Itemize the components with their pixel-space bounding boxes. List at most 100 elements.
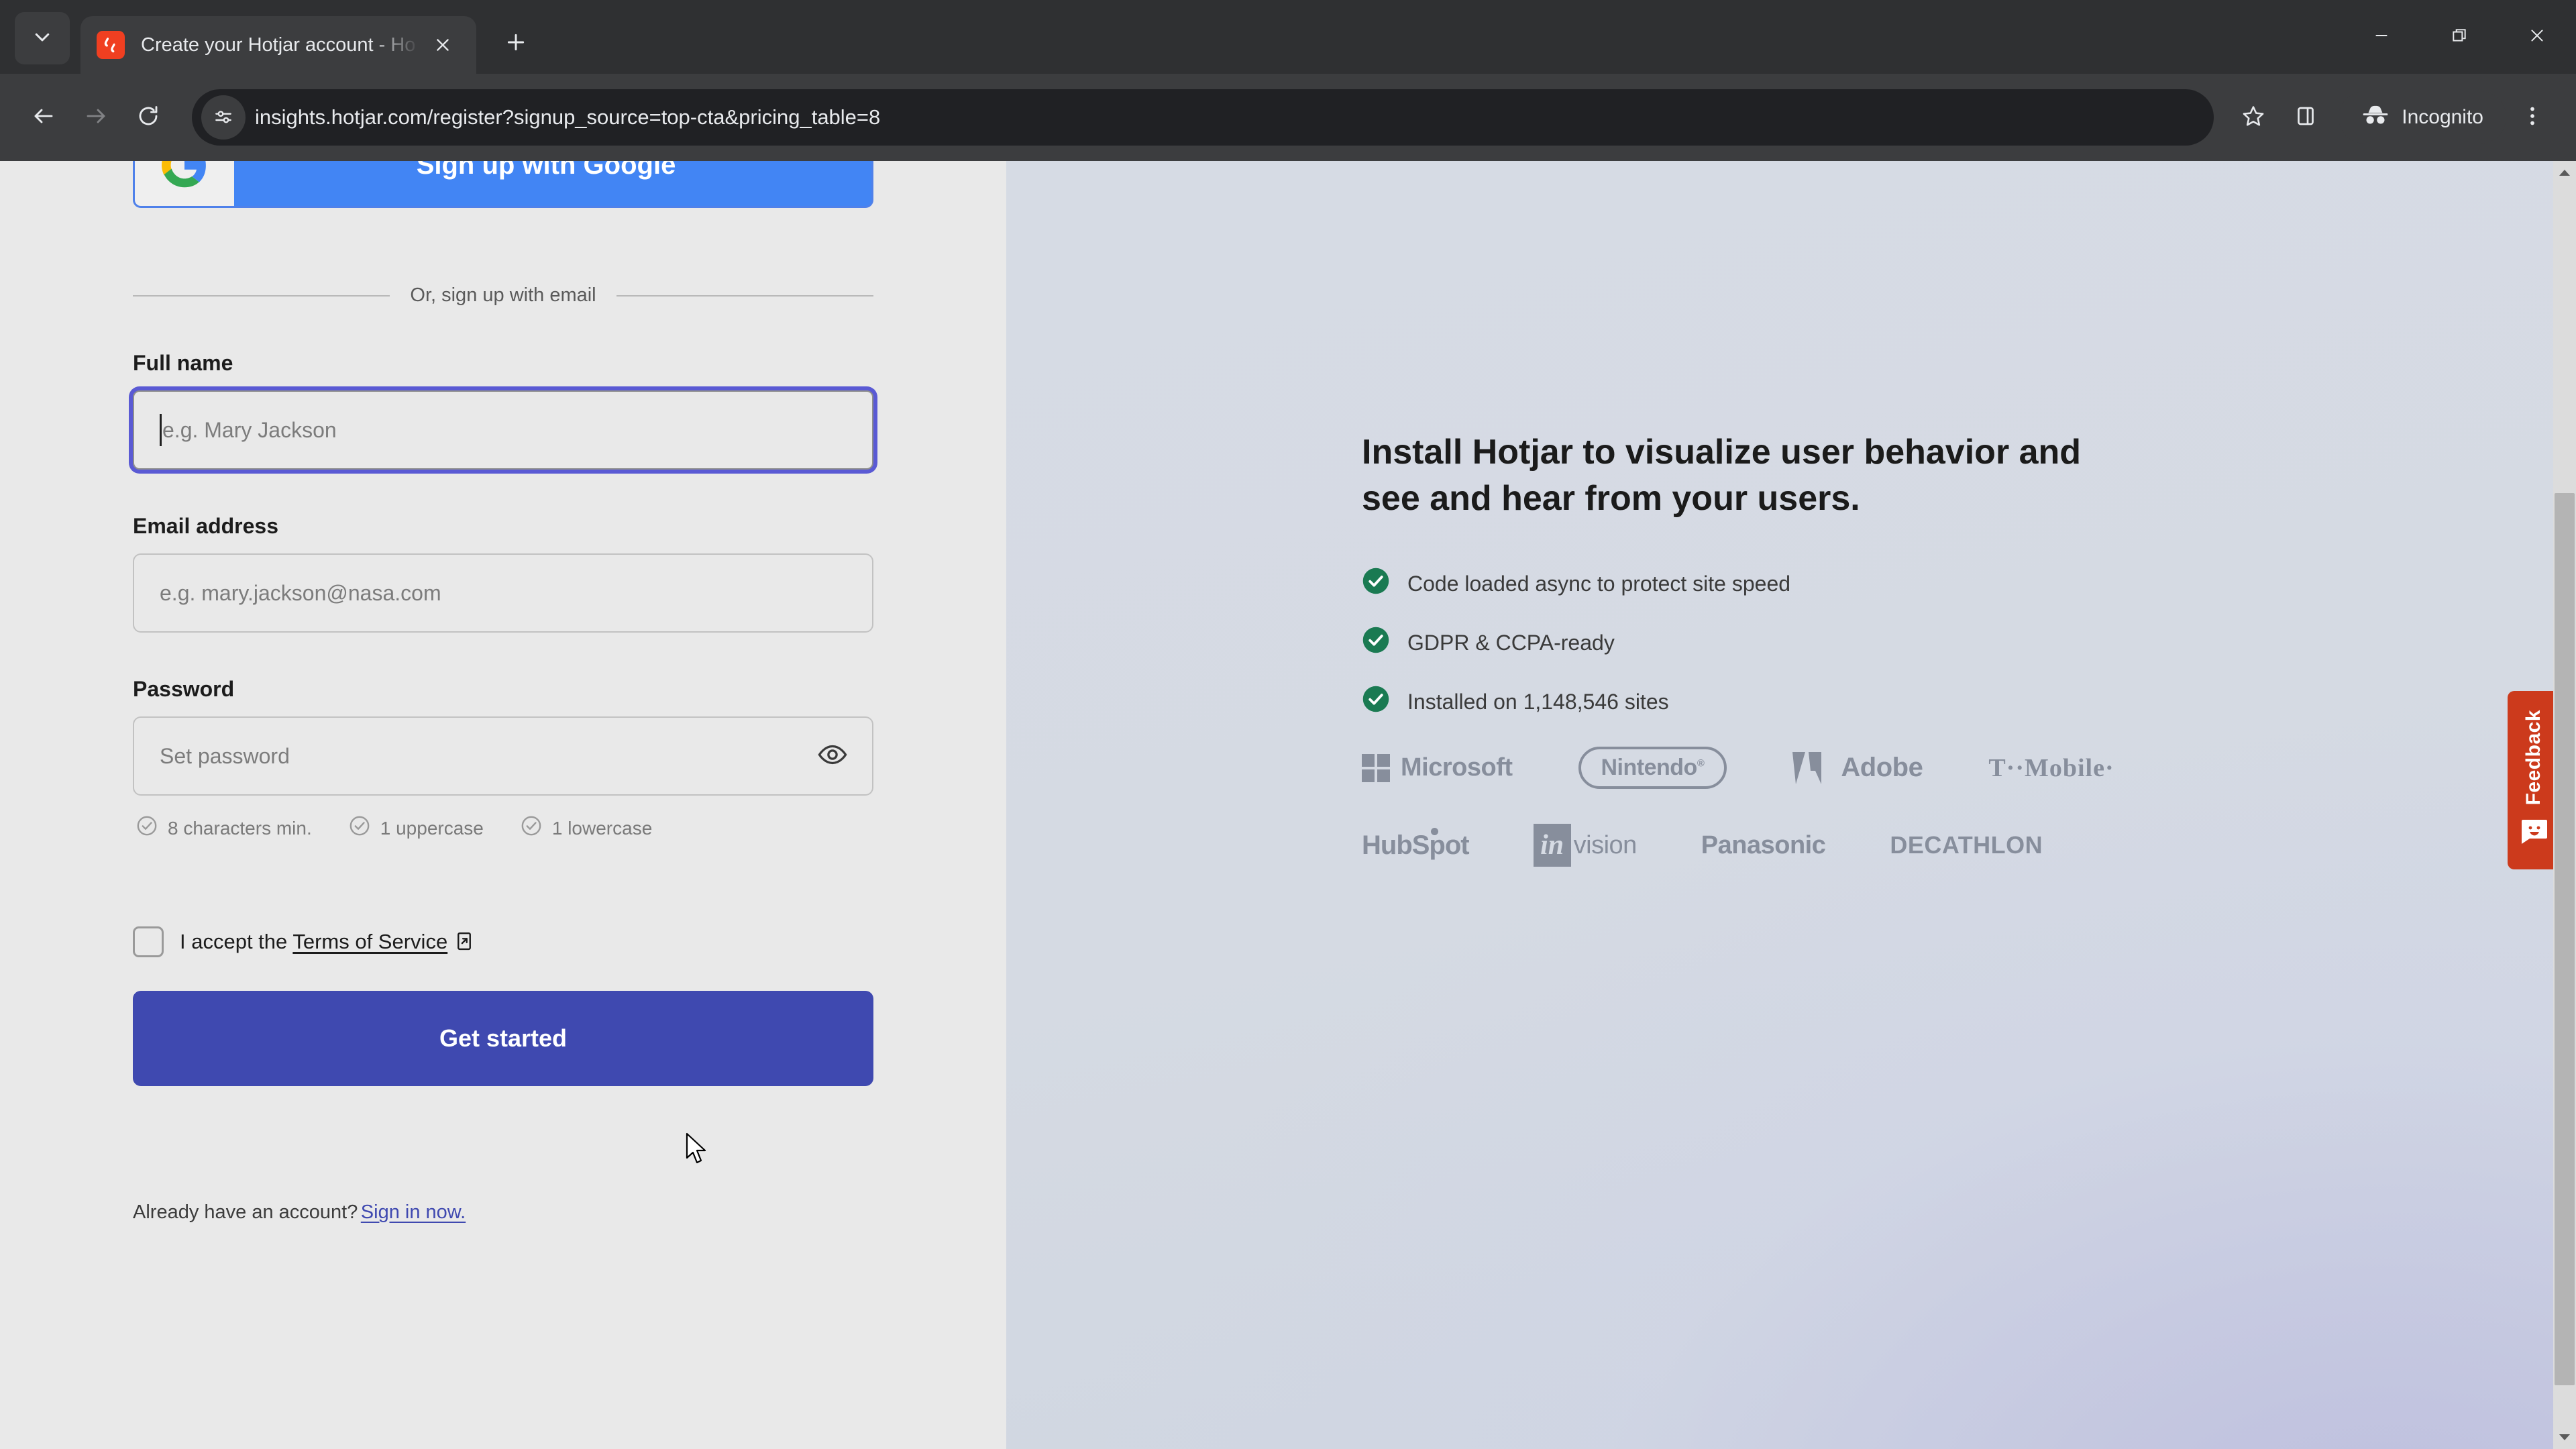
full-name-label: Full name [133,351,233,375]
password-placeholder: Set password [160,743,290,768]
signup-form: Sign up with Google Or, sign up with ema… [0,161,1006,1224]
promo-bullet: Code loaded async to protect site speed [1362,567,2147,600]
terms-prefix: I accept the [180,930,288,953]
invision-logo-label: vision [1573,830,1638,859]
password-rule-label: 8 characters min. [168,817,312,839]
close-window-icon [2528,27,2546,48]
password-field-group: Password Set password 8 characters min. … [133,677,873,842]
divider-label: Or, sign up with email [410,284,596,306]
site-settings-icon[interactable] [201,95,246,140]
incognito-hat-icon [2361,105,2402,130]
nintendo-logo: Nintendo® [1578,747,1727,790]
invision-in-icon: in [1533,824,1571,867]
tab-close-button[interactable] [425,28,460,62]
text-caret [160,414,162,446]
promo-bullet: Installed on 1,148,546 sites [1362,685,2147,718]
promo-bullet: GDPR & CCPA-ready [1362,626,2147,659]
check-badge-icon [1362,626,1390,659]
incognito-label: Incognito [2402,106,2483,128]
password-requirements: 8 characters min. 1 uppercase 1 lowercas… [133,814,873,842]
promo-bullet-label: Installed on 1,148,546 sites [1407,689,1669,714]
promo-bullet-label: Code loaded async to protect site speed [1407,571,1791,596]
feedback-label: Feedback [2522,710,2544,806]
hubspot-sprocket-icon [1430,827,1438,835]
back-arrow-icon [32,104,56,131]
decathlon-logo-label: DECATHLON [1890,831,2043,859]
password-label: Password [133,677,235,701]
new-tab-button[interactable] [494,21,538,66]
invision-logo: in vision [1533,824,1638,867]
sign-up-with-google-button[interactable]: Sign up with Google [133,161,873,208]
browser-tab[interactable]: Create your Hotjar account - Ho [80,16,476,74]
customer-logos-row-1: Microsoft Nintendo® Adobe T··Mobile· [1362,747,2147,790]
microsoft-logo-label: Microsoft [1401,753,1513,782]
panasonic-logo-label: Panasonic [1701,830,1826,859]
toggle-password-visibility-button[interactable] [817,741,848,771]
adobe-logo-label: Adobe [1841,753,1923,783]
terms-checkbox[interactable] [133,926,164,957]
password-rule: 8 characters min. [136,814,312,842]
full-name-input[interactable]: e.g. Mary Jackson [133,390,873,470]
tmobile-logo-label: T··Mobile· [1988,753,2114,782]
email-divider: Or, sign up with email [133,284,874,307]
full-name-placeholder: e.g. Mary Jackson [162,417,337,442]
sign-in-link[interactable]: Sign in now. [361,1201,466,1223]
password-rule: 1 lowercase [520,814,652,842]
tmobile-logo: T··Mobile· [1988,753,2114,783]
bookmark-button[interactable] [2227,91,2279,144]
browser-menu-button[interactable] [2506,91,2559,144]
terms-row: I accept the Terms of Service [133,926,873,957]
address-bar[interactable]: insights.hotjar.com/register?signup_sour… [192,89,2214,146]
microsoft-squares-icon [1362,753,1390,782]
address-bar-url: insights.hotjar.com/register?signup_sour… [255,105,881,129]
tab-strip: Create your Hotjar account - Ho [0,0,2576,74]
page-scrollbar[interactable] [2553,161,2576,1449]
sign-up-with-google-label: Sign up with Google [416,161,676,180]
check-circle-icon [520,814,543,842]
scroll-down-arrow[interactable] [2553,1426,2576,1449]
password-rule: 1 uppercase [348,814,484,842]
back-button[interactable] [17,91,70,144]
microsoft-logo: Microsoft [1362,753,1513,782]
google-g-icon [135,161,234,206]
plus-icon [505,32,527,56]
password-input[interactable]: Set password [133,716,873,796]
email-field-group: Email address e.g. mary.jackson@nasa.com [133,514,873,633]
email-input[interactable]: e.g. mary.jackson@nasa.com [133,553,873,633]
scroll-up-arrow[interactable] [2553,161,2576,184]
tab-search-button[interactable] [15,12,70,64]
password-rule-label: 1 lowercase [551,817,653,839]
check-badge-icon [1362,685,1390,718]
side-panel-button[interactable] [2279,91,2332,144]
minimize-button[interactable] [2343,0,2420,74]
incognito-indicator[interactable]: Incognito [2339,91,2506,144]
promo-content: Install Hotjar to visualize user behavio… [1006,161,2147,867]
promo-title: Install Hotjar to visualize user behavio… [1362,433,2082,518]
tab-search-chevron-icon [32,27,52,50]
browser-toolbar: insights.hotjar.com/register?signup_sour… [0,74,2576,161]
divider-line-left [133,294,390,297]
get-started-label: Get started [439,1024,568,1052]
get-started-button[interactable]: Get started [133,991,873,1086]
external-link-icon [454,931,474,953]
star-icon [2241,104,2265,131]
email-placeholder: e.g. mary.jackson@nasa.com [160,580,441,605]
page-viewport: Sign up with Google Or, sign up with ema… [0,161,2576,1449]
maximize-button[interactable] [2420,0,2498,74]
close-button[interactable] [2498,0,2576,74]
feedback-tab-button[interactable]: Feedback [2508,691,2560,869]
forward-button[interactable] [70,91,122,144]
signin-prompt: Already have an account? Sign in now. [133,1201,873,1224]
scrollbar-thumb[interactable] [2555,493,2575,1385]
check-badge-icon [1362,567,1390,600]
forward-arrow-icon [84,104,108,131]
terms-of-service-link[interactable]: Terms of Service [292,930,447,953]
reload-button[interactable] [122,91,174,144]
hubspot-logo: HubSpot [1362,827,1470,861]
check-circle-icon [348,814,371,842]
check-circle-icon [136,814,158,842]
kebab-menu-icon [2520,104,2544,131]
adobe-logo: Adobe [1792,751,1923,784]
divider-line-right [616,294,874,297]
email-label: Email address [133,514,278,538]
